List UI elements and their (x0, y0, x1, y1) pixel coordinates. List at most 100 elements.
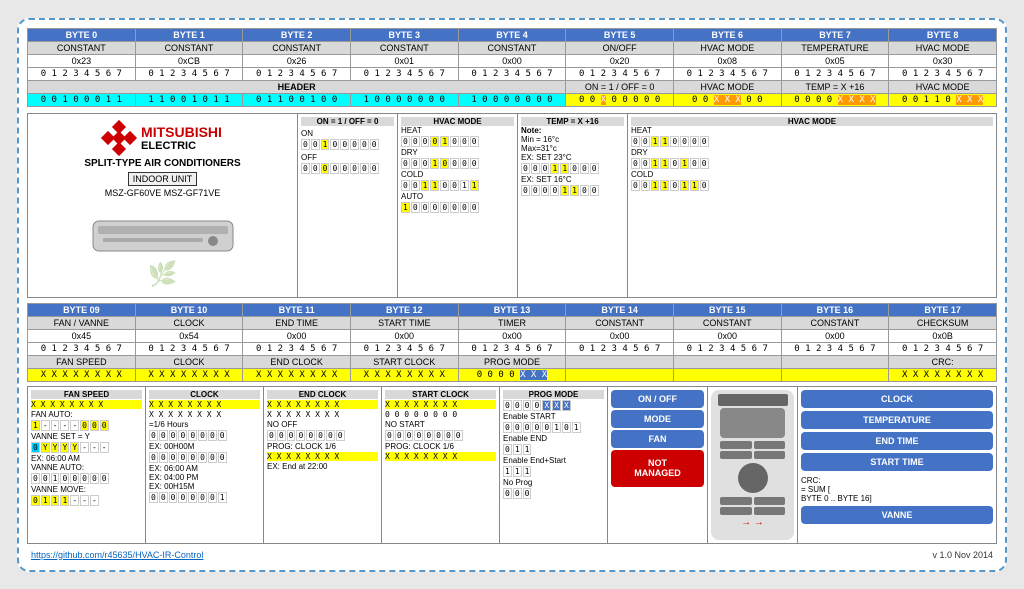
vanne-set-label: VANNE SET = Y (31, 432, 142, 441)
byte16-pattern (781, 368, 889, 381)
byte11-sub: END TIME (243, 316, 351, 329)
clock-bits2: X X X X X X X X (149, 410, 260, 419)
mitsubishi-logo: MITSUBISHI ELECTRIC (103, 122, 222, 154)
fan-auto-label: FAN AUTO: (31, 410, 73, 419)
byte7-val: 0x05 (781, 54, 889, 67)
byte4-sub: CONSTANT (458, 41, 566, 54)
ac-unit-svg (83, 206, 243, 256)
not-managed-button[interactable]: NOT MANAGED (611, 450, 704, 488)
byte8-pattern: 0 0 1 1 0 X X X (889, 93, 997, 106)
dry-bits-row: 0 0 0 1 0 0 0 0 (401, 158, 514, 169)
byte09-pattern: X X X X X X X X (28, 368, 136, 381)
enable-both-bits: 1 1 1 (503, 466, 604, 477)
middle-section: MITSUBISHI ELECTRIC SPLIT-TYPE AIR CONDI… (27, 113, 997, 298)
byte6-bits: 0 1 2 3 4 5 6 7 (673, 67, 781, 80)
start-time-button[interactable]: START TIME (801, 453, 993, 471)
byte0-bits: 0 1 2 3 4 5 6 7 (28, 67, 136, 80)
crc-label: CRC: (801, 476, 993, 485)
byte17-sub: CHECKSUM (889, 316, 997, 329)
mode-button[interactable]: MODE (611, 410, 704, 428)
fan-button[interactable]: FAN (611, 430, 704, 448)
remote-btn5 (720, 497, 752, 505)
cold-bits-row: 0 0 1 1 0 0 1 1 (401, 180, 514, 191)
byte4-bits: 0 1 2 3 4 5 6 7 (458, 67, 566, 80)
clock-6am-bits: 0 0 0 0 0 0 0 0 (149, 452, 260, 463)
heat-bits-row: 0 0 0 0 1 0 0 0 (401, 136, 514, 147)
enable-end-bits: 0 1 1 (503, 444, 604, 455)
end-22-label: EX: End at 22:00 (267, 462, 378, 471)
prog-mode-bits: 0 0 0 0 X X X (503, 400, 604, 411)
no-prog-label: No Prog (503, 478, 604, 487)
byte13-bits-row: 0 1 2 3 4 5 6 7 (458, 342, 566, 355)
start-clock-bits2: 0 0 0 0 0 0 0 0 (385, 410, 496, 419)
byte17-pattern: X X X X X X X X (889, 368, 997, 381)
byte10-row-label: CLOCK (135, 355, 243, 368)
hvac-mode-label: HVAC MODE (673, 80, 781, 93)
byte8-cold-label: COLD (631, 170, 993, 179)
byte7-pattern: 0 0 0 0 X X X X (781, 93, 889, 106)
temperature-button[interactable]: TEMPERATURE (801, 411, 993, 429)
no-start-label: NO START (385, 420, 496, 429)
crc-bytes: BYTE 0 .. BYTE 16] (801, 494, 993, 503)
byte09-row-label: FAN SPEED (28, 355, 136, 368)
byte2-pattern: 0 1 1 0 0 1 0 0 (243, 93, 351, 106)
byte11-val: 0x00 (243, 329, 351, 342)
vanne-button[interactable]: VANNE (801, 506, 993, 524)
byte2-bits: 0 1 2 3 4 5 6 7 (243, 67, 351, 80)
no-start-bits: 0 0 0 0 0 0 0 0 (385, 430, 496, 441)
remote-btn7 (720, 507, 752, 515)
hvac-mode2-label: HVAC MODE (889, 80, 997, 93)
product-type: SPLIT-TYPE AIR CONDITIONERS (84, 158, 240, 169)
byte6-detail: HVAC MODE HEAT 0 0 0 0 1 0 0 0 DRY 0 0 0… (398, 114, 518, 297)
byte14-header: BYTE 14 (566, 303, 674, 316)
fan-speed-header: FAN SPEED (31, 390, 142, 399)
remote-btn2 (754, 441, 786, 449)
byte6-header: BYTE 6 (673, 28, 781, 41)
byte14-pattern (566, 368, 674, 381)
crc-sum: = SUM [ (801, 485, 830, 494)
end-time-button[interactable]: END TIME (801, 432, 993, 450)
remote-image-col: → → (708, 387, 798, 543)
clock-ex2: EX: 06:00 AM (149, 464, 260, 473)
max-temp: Max=31°c (521, 144, 624, 153)
vanne-6am: EX: 06:00 AM (31, 454, 142, 463)
byte09-sub: FAN / VANNE (28, 316, 136, 329)
clock-ex3: EX: 04:00 PM (149, 473, 260, 482)
byte11-bits-row: 0 1 2 3 4 5 6 7 (243, 342, 351, 355)
byte8-heat-label: HEAT (631, 126, 993, 135)
byte12-pattern: X X X X X X X X (350, 368, 458, 381)
byte4-pattern: 1 0 0 0 0 0 0 0 (458, 93, 566, 106)
byte15-pattern (673, 368, 781, 381)
byte5-pattern: 0 0 X 0 0 0 0 0 (566, 93, 674, 106)
clock-15m-bits: 0 0 0 0 0 0 0 1 (149, 492, 260, 503)
byte0-header: BYTE 0 (28, 28, 136, 41)
byte12-row-label: START CLOCK (350, 355, 458, 368)
byte15-header: BYTE 15 (673, 303, 781, 316)
prog-bits: X X X X X X X X (267, 452, 378, 461)
buttons-col: ON / OFF MODE FAN NOT MANAGED (608, 387, 708, 543)
clock-button[interactable]: CLOCK (801, 390, 993, 408)
byte3-val: 0x01 (350, 54, 458, 67)
clock-bits-pattern: X X X X X X X X (149, 400, 260, 409)
byte5-bits: 0 1 2 3 4 5 6 7 (566, 67, 674, 80)
byte14-bits-row: 0 1 2 3 4 5 6 7 (566, 342, 674, 355)
start-clock-bits: X X X X X X X X (385, 400, 496, 409)
byte09-bits-row: 0 1 2 3 4 5 6 7 (28, 342, 136, 355)
github-link[interactable]: https://github.com/r45635/HVAC-IR-Contro… (31, 550, 203, 560)
note-label: Note: (521, 126, 624, 135)
remote-dial (738, 463, 768, 493)
byte12-val: 0x00 (350, 329, 458, 342)
top-byte-table: BYTE 0 BYTE 1 BYTE 2 BYTE 3 BYTE 4 BYTE … (27, 28, 997, 107)
remote-btn6 (754, 497, 786, 505)
prog-start-label: PROG: CLOCK 1/6 (385, 442, 496, 451)
byte13-row-label: PROG MODE (458, 355, 566, 368)
remote-top-bar (718, 394, 788, 406)
byte3-sub: CONSTANT (350, 41, 458, 54)
on-label: ON (301, 129, 313, 138)
temp-eq-label: TEMP = X +16 (781, 80, 889, 93)
dry-label: DRY (401, 148, 514, 157)
byte10-pattern: X X X X X X X X (135, 368, 243, 381)
prog-start-bits: X X X X X X X X (385, 452, 496, 461)
on-off-button[interactable]: ON / OFF (611, 390, 704, 408)
byte16-row-label (781, 355, 889, 368)
